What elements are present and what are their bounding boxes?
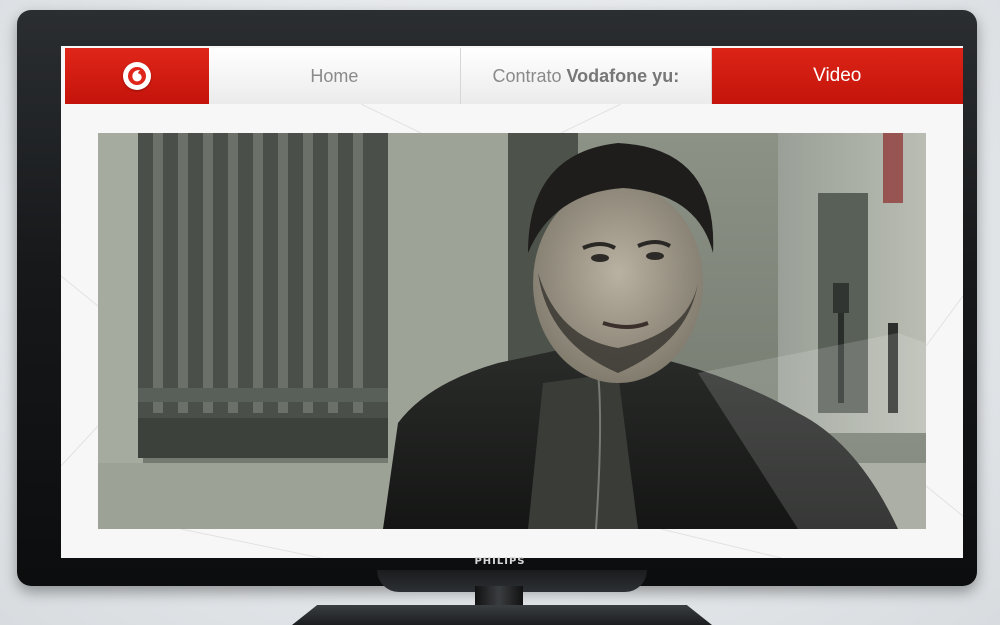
scene: Home Contrato Vodafone yu: Video PHILIPS	[0, 0, 1000, 625]
video-frame-image	[98, 133, 926, 529]
top-navigation-bar: Home Contrato Vodafone yu: Video	[65, 48, 963, 104]
nav-tab-contract-prefix: Contrato	[492, 65, 562, 86]
nav-tab-home-label: Home	[310, 65, 359, 86]
logo-tab[interactable]	[65, 48, 209, 104]
video-player[interactable]	[98, 133, 926, 529]
vodafone-logo-icon	[122, 62, 151, 90]
nav-tab-video-label: Video	[813, 65, 862, 86]
tv-stand-base	[292, 605, 712, 625]
tv-screen: Home Contrato Vodafone yu: Video	[61, 46, 963, 558]
tv-frame: Home Contrato Vodafone yu: Video	[17, 10, 977, 592]
nav-tab-contract-brand: Vodafone yu:	[566, 65, 680, 86]
nav-tab-home[interactable]: Home	[208, 48, 462, 104]
nav-tab-video[interactable]: Video	[711, 48, 963, 104]
tv-brand-label: PHILIPS	[474, 556, 526, 567]
nav-tab-contract[interactable]: Contrato Vodafone yu:	[461, 48, 712, 104]
